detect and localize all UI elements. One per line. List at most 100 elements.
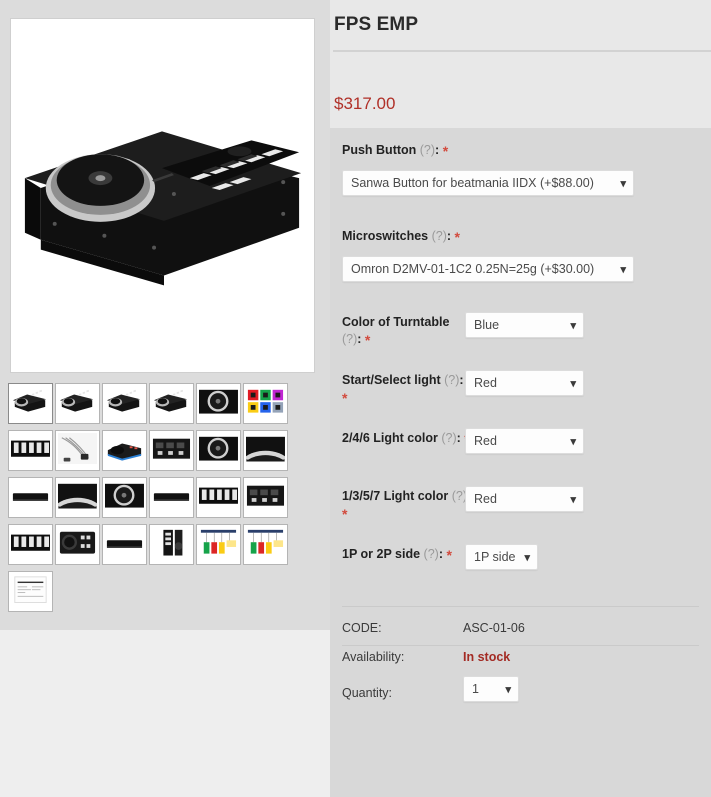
required-asterisk: * (446, 547, 452, 563)
chevron-down-icon: ▾ (505, 684, 511, 696)
option-select[interactable]: 1P side ▾ (465, 544, 538, 570)
thumbnail-image (246, 527, 285, 562)
controller-photo (11, 19, 314, 372)
code-divider-bottom (342, 645, 699, 646)
thumbnail-grid[interactable] (8, 383, 308, 618)
option-label-colon: : (459, 373, 464, 387)
quantity-select-value: 1 (472, 682, 479, 696)
chevron-down-icon: ▾ (620, 264, 626, 276)
page-title: FPS EMP (334, 14, 419, 35)
chevron-down-icon: ▾ (570, 378, 576, 390)
thumbnail-button-assembly[interactable] (149, 430, 194, 471)
thumbnail-deck-side-view[interactable] (8, 477, 53, 518)
thumbnail-controller-front-angle[interactable] (8, 383, 53, 424)
option-select-value: Omron D2MV-01-1C2 0.25N=25g (+$30.00) (351, 262, 595, 276)
thumbnail-image (105, 527, 144, 562)
thumbnail-internal-wiring[interactable] (243, 477, 288, 518)
thumbnail-platter-rim-closeup[interactable] (243, 430, 288, 471)
option-label-text: 1P or 2P side (342, 547, 424, 561)
thumbnail-key-row-closeup[interactable] (8, 430, 53, 471)
thumbnail-image (58, 433, 97, 468)
thumbnail-controller-vertical[interactable] (149, 524, 194, 565)
thumbnail-image (246, 433, 285, 468)
product-price: $317.00 (334, 94, 396, 113)
option-select[interactable]: Omron D2MV-01-1C2 0.25N=25g (+$30.00) ▾ (342, 256, 634, 282)
help-icon[interactable]: (?) (424, 547, 439, 561)
help-icon[interactable]: (?) (444, 373, 459, 387)
option-label: 1/3/5/7 Light color (?): * (342, 488, 472, 522)
option-select-value: Blue (474, 318, 500, 332)
option-select-value: Red (474, 434, 497, 448)
thumbnail-spec-sheet[interactable] (8, 571, 53, 612)
option-select-value: Red (474, 492, 497, 506)
option-select-value: Red (474, 376, 497, 390)
thumbnail-chassis-profile[interactable] (149, 477, 194, 518)
option-select-value: Sanwa Button for beatmania IIDX (+$88.00… (351, 176, 594, 190)
thumbnail-image (11, 527, 50, 562)
help-icon[interactable]: (?) (342, 332, 357, 346)
help-icon[interactable]: (?) (420, 143, 435, 157)
chevron-down-icon: ▾ (570, 320, 576, 332)
thumbnail-platter-edge-detail[interactable] (55, 477, 100, 518)
product-detail: FPS EMP $317.00 Push Button (?): * Sanwa … (330, 0, 711, 797)
option-select[interactable]: Red ▾ (465, 486, 584, 512)
thumbnail-wiring-diagram-2[interactable] (243, 524, 288, 565)
thumbnail-image (199, 527, 238, 562)
thumbnail-turntable-closeup[interactable] (196, 383, 241, 424)
title-divider (333, 50, 711, 52)
option-select-value: 1P side (474, 550, 516, 564)
thumbnail-controller-angle-4[interactable] (149, 383, 194, 424)
chevron-down-icon: ▾ (620, 178, 626, 190)
thumbnail-cables-harness[interactable] (55, 430, 100, 471)
option-label: Push Button (?): * (342, 142, 472, 159)
product-page: FPS EMP $317.00 Push Button (?): * Sanwa … (0, 0, 711, 797)
option-label-colon: : (435, 143, 443, 157)
option-label-colon: : (357, 332, 365, 346)
thumbnail-image (199, 386, 238, 421)
thumbnail-turntable-disc[interactable] (102, 477, 147, 518)
option-select[interactable]: Red ▾ (465, 428, 584, 454)
thumbnail-controller-angle-2[interactable] (55, 383, 100, 424)
thumbnail-image (152, 386, 191, 421)
chevron-down-icon: ▾ (570, 494, 576, 506)
thumbnail-image (105, 433, 144, 468)
option-select[interactable]: Sanwa Button for beatmania IIDX (+$88.00… (342, 170, 634, 196)
thumbnail-controller-angle-3[interactable] (102, 383, 147, 424)
chevron-down-icon: ▾ (570, 436, 576, 448)
thumbnail-buttons-array[interactable] (196, 477, 241, 518)
option-select[interactable]: Red ▾ (465, 370, 584, 396)
thumbnail-image (11, 386, 50, 421)
option-label: Start/Select light (?): * (342, 372, 472, 406)
thumbnail-image (152, 433, 191, 468)
product-options-panel: Push Button (?): * Sanwa Button for beatm… (330, 128, 711, 797)
thumbnail-colored-buttons-chart[interactable] (243, 383, 288, 424)
thumbnail-controller-top-down[interactable] (55, 524, 100, 565)
thumbnail-key-row-wide[interactable] (8, 524, 53, 565)
required-asterisk: * (364, 332, 371, 348)
quantity-select[interactable]: 1 ▾ (463, 676, 519, 702)
option-label: Color of Turntable (?): * (342, 314, 472, 348)
quantity-label: Quantity: (342, 686, 393, 700)
thumbnail-wiring-diagram-1[interactable] (196, 524, 241, 565)
code-divider-top (342, 606, 699, 607)
option-label: 2/4/6 Light color (?): * (342, 430, 472, 447)
option-label-text: Color of Turntable (342, 315, 450, 329)
option-label: 1P or 2P side (?): * (342, 546, 472, 563)
thumbnail-image (246, 480, 285, 515)
thumbnail-image (105, 480, 144, 515)
help-icon[interactable]: (?) (432, 229, 447, 243)
thumbnail-image (11, 480, 50, 515)
thumbnail-blue-turntable-deck[interactable] (102, 430, 147, 471)
required-asterisk: * (342, 390, 348, 406)
help-icon[interactable]: (?) (441, 431, 456, 445)
thumbnail-chassis-flat[interactable] (102, 524, 147, 565)
thumbnail-image (58, 386, 97, 421)
required-asterisk: * (342, 506, 348, 522)
thumbnail-image (199, 433, 238, 468)
thumbnail-image (105, 386, 144, 421)
main-product-image[interactable] (10, 18, 315, 373)
option-label: Microswitches (?): * (342, 228, 472, 245)
thumbnail-image (58, 527, 97, 562)
thumbnail-round-platter-top[interactable] (196, 430, 241, 471)
option-select[interactable]: Blue ▾ (465, 312, 584, 338)
